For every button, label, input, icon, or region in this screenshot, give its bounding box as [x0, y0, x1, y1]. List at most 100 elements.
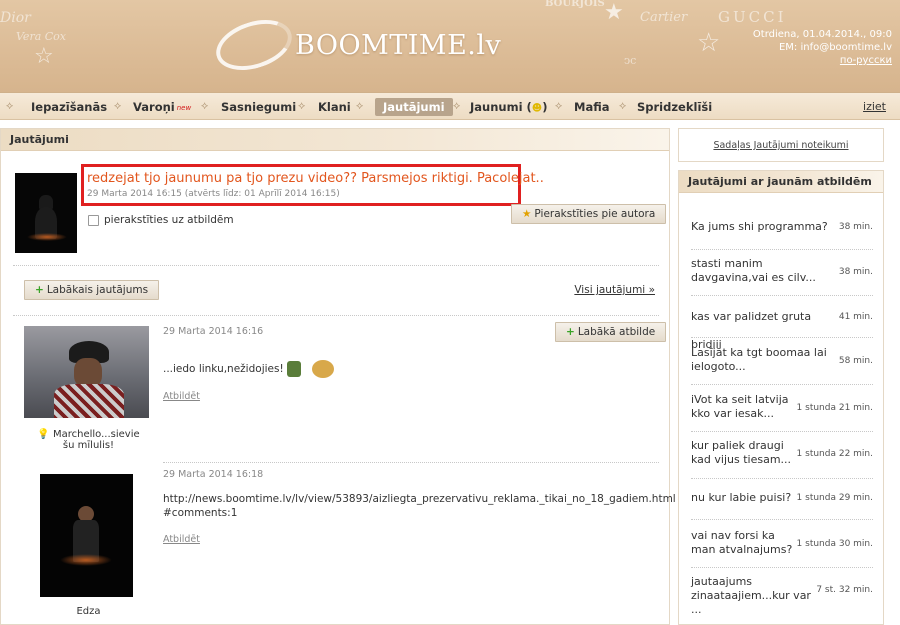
brand-deco-cartier: Cartier	[640, 10, 688, 25]
divider	[13, 265, 659, 266]
main-nav: ⟡ Iepazīšanās ⟡ Varoņi new ⟡ Sasniegumi ⟡…	[0, 92, 900, 120]
side-question-time: 38 min.	[838, 267, 873, 277]
nav-item-sasniegumi[interactable]: Sasniegumi	[221, 98, 296, 116]
side-question-time: 58 min.	[838, 356, 873, 366]
nav-item-mafia[interactable]: Mafia	[574, 98, 610, 116]
side-question-item[interactable]: nu kur labie puisi? 1 stunda 29 min.	[691, 484, 873, 512]
divider	[691, 249, 873, 250]
lang-ru-link[interactable]: по-русски	[840, 55, 892, 66]
subscribe-author-button[interactable]: ★ Pierakstīties pie autora	[511, 204, 667, 224]
divider	[163, 462, 659, 463]
emoji-icon	[287, 361, 302, 377]
question-author-avatar[interactable]	[15, 173, 77, 253]
question-title: redzejat tjo jaunumu pa tjo prezu video?…	[87, 171, 544, 186]
side-question-item[interactable]: kur paliek draugi kad vijus tiesam... 1 s…	[691, 439, 873, 469]
divider	[691, 478, 873, 479]
side-question-text: Ka jums shi programma?	[691, 220, 828, 233]
nav-separator-icon: ⟡	[298, 99, 306, 112]
nav-item-iepazisanas[interactable]: Iepazīšanās	[31, 98, 107, 116]
brand-deco-dior: Dior	[0, 10, 31, 26]
side-question-time: 7 st. 32 min.	[816, 585, 873, 595]
side-question-time: 1 stunda 29 min.	[796, 493, 873, 503]
header-info: Otrdiena, 01.04.2014., 09:0 EM: info@boo…	[753, 28, 892, 67]
star-icon: ★	[604, 0, 624, 25]
divider	[691, 431, 873, 432]
side-question-time: 1 stunda 21 min.	[796, 403, 873, 413]
answer-author-avatar[interactable]	[24, 326, 149, 418]
answer-author-label: Marchello...sievie šu mīlulis!	[52, 429, 140, 451]
side-question-text: Lasījāt ka tgt boomaa lai ielogoto...	[691, 346, 827, 373]
new-badge: new	[176, 103, 192, 112]
logo-ring-icon	[209, 11, 299, 79]
nav-separator-icon: ⟡	[619, 99, 627, 112]
divider	[691, 337, 873, 338]
main-panel-title: Jautājumi	[1, 129, 669, 151]
answer-author-avatar[interactable]	[40, 474, 133, 597]
side-question-text: jautaajums zinaataajiem...kur var ...	[691, 575, 811, 616]
lightbulb-icon: 💡	[37, 429, 50, 440]
side-question-time: 1 stunda 22 min.	[796, 449, 873, 459]
best-answer-label: Labākā atbilde	[577, 326, 656, 338]
all-questions-link[interactable]: Visi jautājumi »	[574, 284, 655, 296]
star-icon: ☆	[34, 44, 54, 69]
side-question-text: iVot ka seit latvija kko var iesak...	[691, 393, 789, 420]
nav-item-label: Varoņi	[133, 100, 175, 114]
reply-link[interactable]: Atbildēt	[163, 534, 200, 545]
question-meta: 29 Marta 2014 16:15 (atvērts līdz: 01 Ap…	[87, 189, 340, 199]
answer-author-name[interactable]: 💡 Marchello...sievie šu mīlulis!	[31, 429, 146, 451]
divider	[691, 384, 873, 385]
emoji-icon	[312, 360, 335, 378]
side-question-text: kur paliek draugi kad vijus tiesam...	[691, 439, 792, 466]
checkbox-icon[interactable]	[88, 214, 99, 226]
answer-author-name[interactable]: Edza	[31, 606, 146, 617]
side-question-text: stasti manim davgavina,vai es cilv...	[691, 257, 816, 284]
logout-link[interactable]: iziet	[863, 100, 886, 113]
side-question-item[interactable]: kas var palidzet gruta bridiii 41 min.	[691, 303, 873, 351]
side-question-item[interactable]: stasti manim davgavina,vai es cilv... 38 …	[691, 257, 873, 287]
nav-separator-icon: ⟡	[201, 99, 209, 112]
smiley-icon: ☻	[531, 103, 543, 114]
answer-text-content: ...iedo linku,nežidojies!	[163, 363, 284, 375]
plus-icon: +	[566, 326, 575, 338]
side-question-item[interactable]: iVot ka seit latvija kko var iesak... 1 s…	[691, 393, 873, 423]
nav-separator-icon: ⟡	[356, 99, 364, 112]
contact-email: EM: info@boomtime.lv	[778, 42, 892, 53]
subscribe-answers-checkbox[interactable]: pierakstīties uz atbildēm	[88, 214, 234, 226]
divider	[13, 315, 659, 316]
new-answers-title: Jautājumi ar jaunām atbildēm	[679, 171, 883, 193]
side-question-item[interactable]: Ka jums shi programma? 38 min.	[691, 213, 873, 241]
logo-text: BOOMTIME.lv	[295, 30, 502, 61]
brand-deco-gucci: GUCCI	[718, 8, 787, 26]
current-date: Otrdiena, 01.04.2014., 09:0	[752, 29, 892, 40]
reply-link[interactable]: Atbildēt	[163, 391, 200, 402]
best-question-label: Labākais jautājums	[46, 284, 149, 296]
divider	[691, 519, 873, 520]
nav-separator-icon: ⟡	[453, 99, 461, 112]
answer-text: ...iedo linku,nežidojies!	[163, 360, 335, 378]
section-rules-link[interactable]: Sadaļas Jautājumi noteikumi	[678, 128, 884, 162]
best-answer-button[interactable]: + Labākā atbilde	[555, 322, 667, 342]
best-question-button[interactable]: + Labākais jautājums	[24, 280, 160, 300]
star-icon: ☆	[697, 28, 721, 58]
divider	[691, 295, 873, 296]
side-question-text: vai nav forsi ka man atvalnajums?	[691, 529, 793, 556]
nav-item-jautajumi[interactable]: Jautājumi	[375, 98, 453, 116]
subscribe-answers-label: pierakstīties uz atbildēm	[104, 214, 234, 226]
nav-item-varoni[interactable]: Varoņi new	[133, 98, 191, 116]
nav-item-jaunumi[interactable]: Jaunumi (☻)	[470, 98, 548, 116]
brand-deco-bourjois: BOURJOIS	[545, 0, 605, 9]
nav-item-klani[interactable]: Klani	[318, 98, 351, 116]
star-icon: ★	[522, 208, 532, 220]
side-question-item[interactable]: vai nav forsi ka man atvalnajums? 1 stund…	[691, 529, 873, 559]
nav-item-spridzeklisi[interactable]: Spridzeklīši	[637, 98, 712, 116]
side-question-item[interactable]: Lasījāt ka tgt boomaa lai ielogoto... 58 …	[691, 346, 873, 376]
site-logo[interactable]: BOOMTIME.lv	[209, 11, 501, 79]
answer-date: 29 Marta 2014 16:16	[163, 326, 264, 337]
plus-icon: +	[35, 284, 44, 296]
side-question-time: 1 stunda 30 min.	[796, 539, 873, 549]
subscribe-author-label: Pierakstīties pie autora	[534, 208, 656, 220]
divider	[691, 567, 873, 568]
nav-separator-icon: ⟡	[6, 99, 14, 112]
side-question-item[interactable]: jautaajums zinaataajiem...kur var ... 7 s…	[691, 575, 873, 616]
answer-date: 29 Marta 2014 16:18	[163, 469, 264, 480]
